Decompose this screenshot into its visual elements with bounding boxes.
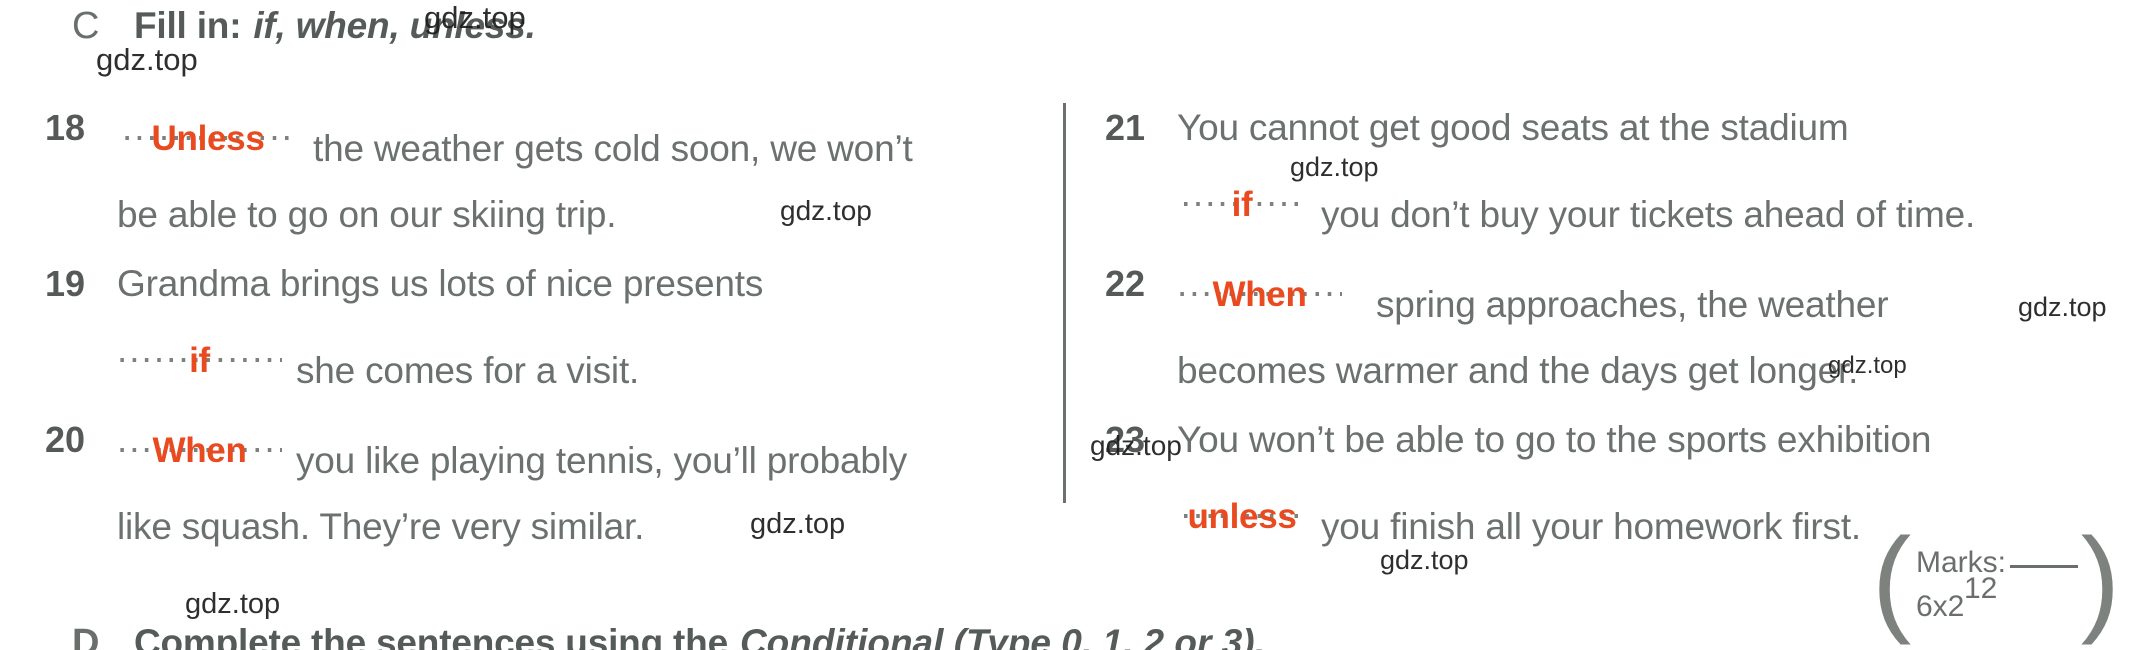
question-item-22: 22 .............. When spring approaches… bbox=[1105, 251, 2105, 404]
left-column: 18 .............. Unless the weather get… bbox=[45, 95, 1045, 563]
right-parenthesis: ) bbox=[2080, 514, 2120, 646]
question-item-20: 20 .............. When you like playing … bbox=[45, 407, 1045, 560]
question-text-line2: she comes for a visit. bbox=[296, 350, 640, 391]
question-number: 22 bbox=[1105, 263, 1146, 304]
question-text-line2: you finish all your homework first. bbox=[1321, 506, 1861, 547]
marks-denominator: 12 bbox=[1964, 572, 1998, 605]
question-text-line2: be able to go on our skiing trip. bbox=[117, 194, 617, 235]
answer-text: unless bbox=[1187, 497, 1297, 536]
answer-text: if bbox=[189, 341, 210, 380]
question-text-line1: You won’t be able to go to the sports ex… bbox=[1177, 419, 1932, 460]
watermark: gdz.top bbox=[96, 42, 198, 77]
watermark: gdz.top bbox=[780, 195, 872, 226]
answer-blank-21[interactable]: .......... if bbox=[1177, 161, 1307, 248]
answer-text: if bbox=[1231, 185, 1253, 224]
question-number: 18 bbox=[45, 107, 86, 148]
answer-text: When bbox=[1212, 275, 1307, 314]
next-exercise-letter: D bbox=[72, 622, 100, 650]
answer-blank-22[interactable]: .............. When bbox=[1177, 251, 1342, 338]
answer-text: Unless bbox=[151, 119, 265, 158]
question-number: 19 bbox=[45, 263, 86, 304]
watermark: gdz.top bbox=[1290, 152, 1379, 182]
left-parenthesis: ( bbox=[1872, 514, 1912, 646]
question-text-line1: you like playing tennis, you’ll probably bbox=[296, 440, 908, 481]
right-column: 21 You cannot get good seats at the stad… bbox=[1105, 95, 2105, 563]
exercise-instruction: Fill in: bbox=[134, 5, 242, 46]
exercise-columns: 18 .............. Unless the weather get… bbox=[0, 95, 2129, 547]
answer-text: When bbox=[152, 431, 247, 470]
next-exercise-heading: D Complete the sentences using the Condi… bbox=[72, 622, 1265, 650]
workbook-page: C Fill in: if, when, unless. 18 ........… bbox=[0, 0, 2129, 650]
question-text-line1: the weather gets cold soon, we won’t bbox=[313, 128, 913, 169]
watermark: gdz.top bbox=[1380, 545, 1469, 575]
answer-blank-19[interactable]: .............. if bbox=[117, 317, 282, 404]
question-text-line2: becomes warmer and the days get longer. bbox=[1177, 350, 1859, 391]
watermark: gdz.top bbox=[2018, 292, 2107, 322]
watermark: gdz.top bbox=[185, 588, 281, 620]
question-text-line1: spring approaches, the weather bbox=[1376, 284, 1889, 325]
marks-blank-line[interactable] bbox=[2010, 565, 2078, 568]
question-item-18: 18 .............. Unless the weather get… bbox=[45, 95, 1045, 248]
watermark: gdz.top bbox=[1828, 352, 1907, 379]
answer-blank-18[interactable]: .............. Unless bbox=[117, 95, 299, 182]
column-divider bbox=[1063, 103, 1066, 503]
question-item-21: 21 You cannot get good seats at the stad… bbox=[1105, 95, 2105, 248]
question-text-line1: Grandma brings us lots of nice presents bbox=[117, 263, 764, 304]
next-exercise-instruction: Complete the sentences using the bbox=[134, 622, 728, 650]
marks-multiplier: 6x2 bbox=[1916, 590, 1965, 623]
watermark: gdz.top bbox=[750, 508, 846, 540]
question-number: 20 bbox=[45, 419, 86, 460]
question-item-19: 19 Grandma brings us lots of nice presen… bbox=[45, 251, 1045, 404]
next-exercise-instruction-italic: Conditional (Type 0, 1, 2 or 3). bbox=[739, 622, 1265, 650]
watermark: gdz.top bbox=[1090, 430, 1182, 461]
question-text-line2: like squash. They’re very similar. bbox=[117, 506, 645, 547]
answer-blank-23[interactable]: .......... unless bbox=[1177, 473, 1307, 560]
marks-box: ( ) Marks: 12 6x2 bbox=[1872, 514, 2122, 646]
answer-blank-20[interactable]: .............. When bbox=[117, 407, 282, 494]
watermark: gdz.top bbox=[424, 0, 526, 35]
question-text-line2: you don’t buy your tickets ahead of time… bbox=[1321, 194, 1976, 235]
question-number: 21 bbox=[1105, 107, 1146, 148]
